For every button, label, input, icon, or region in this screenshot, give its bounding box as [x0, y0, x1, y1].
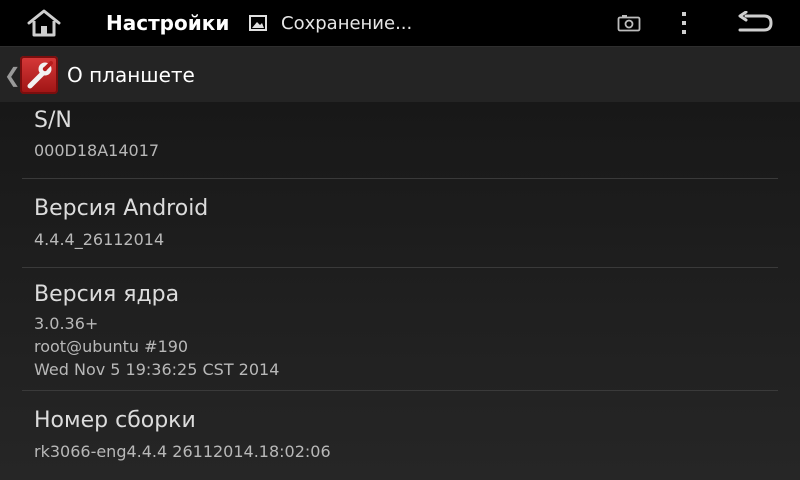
image-icon	[249, 15, 267, 31]
app-title: Настройки	[106, 11, 230, 35]
list-item-title: Версия Android	[34, 196, 209, 221]
system-status-bar: Настройки Сохранение...	[0, 0, 800, 46]
list-item-summary: rk3066-eng4.4.4 26112014.18:02:06	[34, 442, 331, 461]
list-item-summary-line: root@ubuntu #190	[34, 337, 189, 356]
list-item-summary: 4.4.4_26112014	[34, 230, 165, 249]
screenshot-icon	[617, 15, 641, 32]
screenshot-button[interactable]	[617, 14, 641, 32]
list-item-title: S/N	[34, 108, 72, 133]
list-item-build-number[interactable]: Номер сборки rk3066-eng4.4.4 26112014.18…	[22, 391, 778, 480]
list-item-kernel-version[interactable]: Версия ядра 3.0.36+ root@ubuntu #190 Wed…	[22, 268, 778, 390]
list-item-android-version[interactable]: Версия Android 4.4.4_26112014	[22, 179, 778, 267]
overflow-menu-button[interactable]	[672, 10, 696, 36]
list-item-summary: 000D18A14017	[34, 141, 160, 160]
list-item-summary-line: 3.0.36+	[34, 314, 99, 333]
back-button[interactable]	[736, 10, 774, 35]
list-item-title: Версия ядра	[34, 282, 180, 307]
overflow-menu-icon	[682, 12, 686, 34]
home-button[interactable]	[24, 8, 64, 38]
page-title: О планшете	[67, 63, 195, 87]
home-icon	[27, 9, 61, 37]
list-item-title: Номер сборки	[34, 408, 196, 433]
list-item-serial-number[interactable]: S/N 000D18A14017	[22, 102, 778, 178]
settings-wrench-icon[interactable]	[20, 56, 58, 94]
back-icon	[738, 10, 773, 32]
caret-left-icon[interactable]: ❮	[4, 63, 21, 87]
list-item-summary-line: Wed Nov 5 19:36:25 CST 2014	[34, 360, 280, 379]
action-bar: ❮ О планшете	[0, 46, 800, 102]
notification-text: Сохранение...	[281, 13, 413, 34]
about-tablet-list: S/N 000D18A14017 Версия Android 4.4.4_26…	[0, 102, 800, 480]
